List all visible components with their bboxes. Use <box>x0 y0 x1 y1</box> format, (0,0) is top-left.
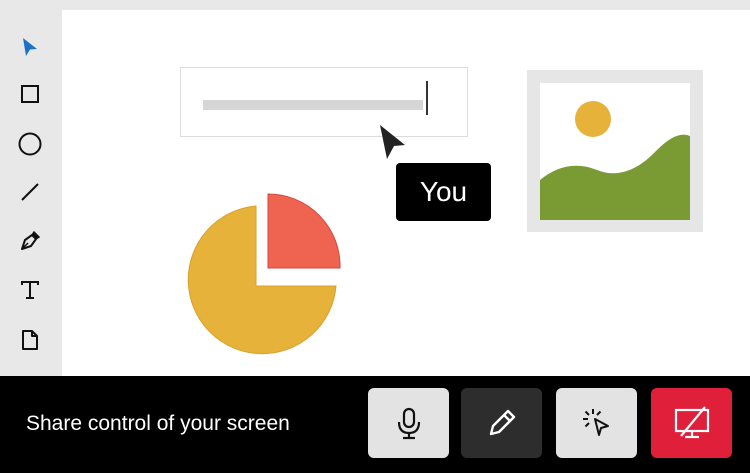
collaborator-label: You <box>396 163 491 221</box>
line-tool[interactable] <box>10 172 50 212</box>
page-icon <box>22 330 38 350</box>
select-tool[interactable] <box>10 28 50 68</box>
app-frame: You Share control of your screen <box>0 0 750 473</box>
rectangle-icon <box>21 85 39 103</box>
screen-share-bar: Share control of your screen <box>0 376 750 473</box>
annotate-button[interactable] <box>461 388 542 458</box>
pencil-icon <box>489 409 515 436</box>
microphone-button[interactable] <box>368 388 449 458</box>
cursor-arrow-icon <box>23 38 37 56</box>
remote-control-button[interactable] <box>556 388 637 458</box>
text-tool[interactable] <box>10 270 50 310</box>
text-caret <box>426 81 428 115</box>
share-control-text: Share control of your screen <box>26 412 290 435</box>
screen-off-icon <box>674 406 709 439</box>
image-placeholder[interactable] <box>527 70 703 232</box>
line-icon <box>21 183 39 201</box>
collaborator-cursor-icon <box>380 125 405 159</box>
circle-icon <box>18 132 42 156</box>
click-pointer-icon <box>582 409 609 436</box>
ellipse-tool[interactable] <box>10 124 50 164</box>
text-icon <box>21 281 39 299</box>
drawing-toolbar <box>0 0 62 376</box>
pen-nib-icon <box>21 230 41 250</box>
rectangle-tool[interactable] <box>10 74 50 114</box>
text-box[interactable] <box>180 67 468 137</box>
page-tool[interactable] <box>10 320 50 360</box>
microphone-icon <box>397 407 420 440</box>
image-icon <box>540 83 690 220</box>
stop-sharing-button[interactable] <box>651 388 732 458</box>
text-placeholder-bar <box>203 100 423 110</box>
pen-tool[interactable] <box>10 221 50 261</box>
pie-chart-graphic[interactable] <box>178 190 348 365</box>
